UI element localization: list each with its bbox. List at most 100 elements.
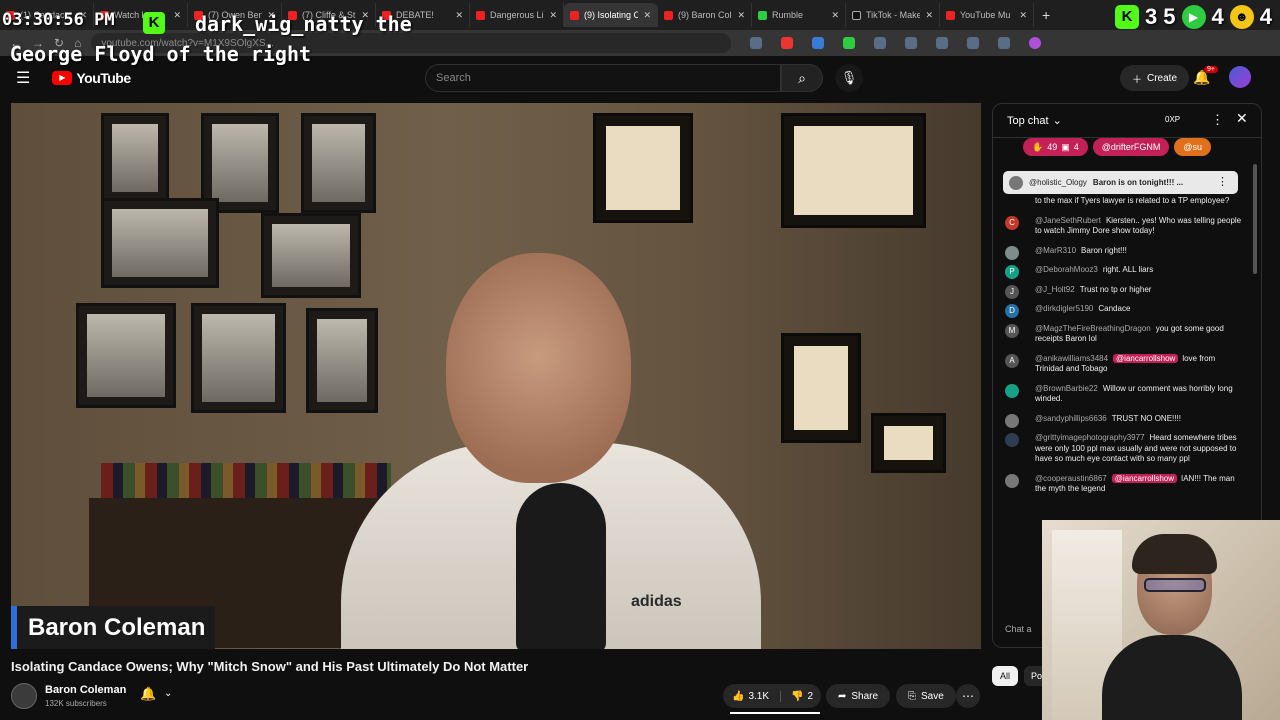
new-tab-icon[interactable]: + — [1034, 7, 1058, 23]
plus-icon: ＋ — [1132, 74, 1142, 86]
account-avatar[interactable] — [1229, 66, 1251, 88]
lower-third-name: Baron Coleman — [28, 613, 206, 641]
kick-logo-icon: K — [143, 12, 165, 34]
chat-message-list: to the max if Tyers lawyer is related to… — [1005, 196, 1245, 504]
extension-icon[interactable] — [843, 37, 856, 49]
close-tab-icon[interactable]: ✕ — [737, 10, 745, 21]
extension-icon[interactable] — [905, 37, 918, 49]
close-tab-icon[interactable]: ✕ — [925, 10, 933, 21]
wall-photo — [191, 303, 286, 413]
share-arrow-icon: ➦ — [838, 690, 847, 702]
extension-icon[interactable] — [812, 37, 825, 49]
more-actions-icon[interactable]: ⋯ — [956, 684, 980, 708]
browser-tab[interactable]: Dangerous Lib ✕ — [470, 3, 564, 27]
ticker-chip[interactable]: ✋ 49 ▣ 4 — [1023, 138, 1088, 156]
channel-avatar[interactable] — [11, 683, 37, 709]
kick-logo-icon: K — [1115, 5, 1139, 29]
close-icon[interactable]: ✕ — [1236, 110, 1248, 127]
chat-scrollbar[interactable] — [1253, 164, 1257, 274]
share-button[interactable]: ➦ Share — [826, 684, 891, 708]
chat-mode-dropdown[interactable]: Top chat ⌄ — [1007, 114, 1062, 128]
extension-icon[interactable] — [750, 37, 763, 49]
chat-message: @MarR310 Baron right!!! — [1005, 245, 1245, 260]
youtube-music-favicon-icon — [946, 10, 955, 20]
extension-icon[interactable] — [781, 37, 794, 49]
ticker-chip[interactable]: @su — [1174, 138, 1212, 156]
close-tab-icon[interactable]: ✕ — [831, 10, 839, 21]
overlay-clock: 03:30:56 PM — [2, 10, 115, 30]
avatar: D — [1005, 304, 1019, 318]
mention-chip[interactable]: @iancarrollshow — [1111, 473, 1177, 483]
host-head — [446, 253, 631, 483]
streamer-hair — [1132, 534, 1217, 574]
notification-badge: 9+ — [1204, 66, 1218, 73]
chat-message: @cooperaustin6867 @iancarrollshow IAN!!! T… — [1005, 473, 1245, 495]
more-vert-icon[interactable]: ⋮ — [1217, 175, 1228, 188]
pinned-message[interactable]: @holistic_Ology Baron is on tonight!!! .… — [1003, 171, 1238, 194]
ticker-chip[interactable]: @drifterFGNM — [1092, 138, 1170, 156]
search-input[interactable]: Search — [425, 64, 781, 92]
close-tab-icon[interactable]: ✕ — [455, 10, 463, 21]
extension-icon[interactable] — [998, 37, 1011, 49]
channel-name[interactable]: Baron Coleman — [45, 684, 126, 696]
close-tab-icon[interactable]: ✕ — [549, 10, 557, 21]
chevron-down-icon[interactable]: ⌄ — [164, 688, 172, 699]
thumbs-up-icon: 👍 — [732, 690, 745, 702]
avatar: C — [1005, 215, 1019, 230]
microphone-icon[interactable]: 🎙 — [835, 64, 863, 92]
avatar — [1005, 245, 1019, 260]
filter-chip-all[interactable]: All — [992, 666, 1018, 686]
avatar — [1009, 175, 1023, 190]
browser-tab[interactable]: Rumble ✕ — [752, 3, 846, 27]
video-title: Isolating Candace Owens; Why "Mitch Snow… — [11, 659, 529, 674]
chat-message: @BrownBarbie22 Willow ur comment was horr… — [1005, 383, 1245, 405]
chat-message: @grittyimagephotography3977 Heard somewhe… — [1005, 433, 1245, 465]
emoji-face-icon: ☻ — [1229, 5, 1254, 29]
chat-input[interactable]: Chat a — [1005, 624, 1032, 634]
hud-number: 3 — [1145, 4, 1158, 29]
bookmark-icon: ⎘ — [908, 690, 916, 702]
chevron-down-icon: ⌄ — [1052, 115, 1062, 127]
extension-icon[interactable] — [967, 37, 980, 49]
close-tab-icon[interactable]: ✕ — [1019, 10, 1027, 21]
hand-icon: ✋ — [1032, 141, 1044, 152]
wall-photo — [101, 113, 169, 203]
pinned-text: Baron is on tonight!!! ... — [1092, 178, 1184, 187]
tiktok-favicon-icon — [852, 10, 861, 20]
like-ratio-bar — [730, 712, 820, 714]
dislike-button[interactable]: 👎 2 — [781, 691, 813, 702]
extension-icon[interactable] — [936, 37, 949, 49]
menu-icon[interactable]: ☰ — [16, 68, 30, 88]
hoodie-brand-text: adidas — [631, 593, 682, 610]
play-circle-icon: ▶ — [1181, 5, 1206, 29]
save-button[interactable]: ⎘ Save — [896, 684, 956, 708]
close-tab-icon[interactable]: ✕ — [173, 10, 181, 21]
browser-tab[interactable]: YouTube Mu ✕ — [940, 3, 1034, 27]
close-tab-icon[interactable]: ✕ — [643, 10, 651, 21]
avatar: A — [1005, 353, 1019, 368]
browser-tab[interactable]: TikTok - Make ✕ — [846, 3, 940, 27]
chat-message: J @J_Holt92 Trust no tp or higher — [1005, 284, 1245, 299]
profile-icon[interactable] — [1029, 37, 1042, 49]
video-player[interactable]: adidas Baron Coleman — [11, 103, 981, 649]
overlay-username: dark_wig_natty the — [195, 12, 412, 36]
browser-tab-active[interactable]: (9) Isolating C ✕ — [564, 3, 658, 27]
create-button[interactable]: ＋ Create — [1120, 65, 1190, 91]
streamer-webcam — [1042, 520, 1280, 720]
chat-message: C @JaneSethRubert Kiersten.. yes! Who was … — [1005, 215, 1245, 237]
thumbs-down-icon: 👎 — [791, 690, 804, 702]
extension-icon[interactable] — [874, 37, 887, 49]
search-icon[interactable]: ⌕ — [781, 64, 823, 92]
subscribed-bell-icon[interactable]: 🔔 — [140, 686, 156, 702]
youtube-logo[interactable]: ▶ YouTube — [52, 70, 131, 86]
like-button[interactable]: 👍 3.1K — [723, 690, 781, 702]
streamer-body — [1102, 635, 1242, 720]
youtube-favicon-icon — [664, 10, 673, 20]
chat-message: M @MagzTheFireBreathingDragon you got some… — [1005, 323, 1245, 345]
more-vert-icon[interactable]: ⋮ — [1211, 112, 1224, 128]
wall-photo — [101, 198, 219, 288]
chat-points: 0XP — [1165, 115, 1181, 124]
framed-diploma — [593, 113, 693, 223]
browser-tab[interactable]: (9) Baron Col ✕ — [658, 3, 752, 27]
mention-chip[interactable]: @iancarrollshow — [1113, 353, 1179, 363]
